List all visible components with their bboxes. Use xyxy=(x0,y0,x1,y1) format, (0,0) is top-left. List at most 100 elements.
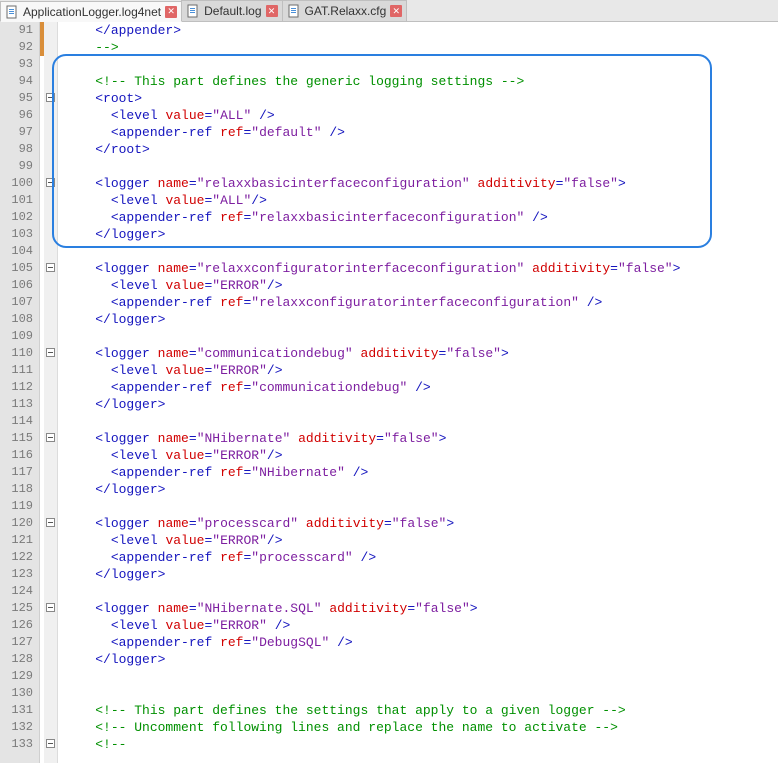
code-line[interactable]: <!-- This part defines the generic loggi… xyxy=(64,73,778,90)
code-line[interactable]: <appender-ref ref="communicationdebug" /… xyxy=(64,379,778,396)
code-line[interactable]: <root> xyxy=(64,90,778,107)
file-icon xyxy=(287,4,301,18)
line-number: 116 xyxy=(0,447,33,464)
code-line[interactable] xyxy=(64,583,778,600)
code-line[interactable]: <!-- This part defines the settings that… xyxy=(64,702,778,719)
code-line[interactable]: <logger name="NHibernate.SQL" additivity… xyxy=(64,600,778,617)
fold-cell xyxy=(44,141,57,158)
code-line[interactable]: <appender-ref ref="relaxxconfiguratorint… xyxy=(64,294,778,311)
line-number: 130 xyxy=(0,685,33,702)
close-icon[interactable]: ✕ xyxy=(266,5,278,17)
line-number: 109 xyxy=(0,328,33,345)
code-line[interactable] xyxy=(64,498,778,515)
file-icon xyxy=(186,4,200,18)
code-line[interactable]: <level value="ERROR"/> xyxy=(64,447,778,464)
fold-cell xyxy=(44,277,57,294)
code-line[interactable]: <level value="ERROR"/> xyxy=(64,277,778,294)
code-line[interactable] xyxy=(64,685,778,702)
fold-cell xyxy=(44,396,57,413)
line-number: 102 xyxy=(0,209,33,226)
code-line[interactable]: </root> xyxy=(64,141,778,158)
line-number: 96 xyxy=(0,107,33,124)
close-icon[interactable]: ✕ xyxy=(165,6,177,18)
fold-toggle-icon[interactable] xyxy=(46,518,55,527)
code-line[interactable]: <appender-ref ref="NHibernate" /> xyxy=(64,464,778,481)
code-line[interactable]: <appender-ref ref="DebugSQL" /> xyxy=(64,634,778,651)
fold-toggle-icon[interactable] xyxy=(46,93,55,102)
line-number: 119 xyxy=(0,498,33,515)
fold-cell xyxy=(44,73,57,90)
code-line[interactable]: <appender-ref ref="processcard" /> xyxy=(64,549,778,566)
code-line[interactable]: <logger name="processcard" additivity="f… xyxy=(64,515,778,532)
fold-cell xyxy=(44,719,57,736)
fold-cell xyxy=(44,209,57,226)
line-number: 99 xyxy=(0,158,33,175)
fold-toggle-icon[interactable] xyxy=(46,348,55,357)
code-line[interactable]: </logger> xyxy=(64,226,778,243)
code-line[interactable]: <logger name="relaxxconfiguratorinterfac… xyxy=(64,260,778,277)
code-line[interactable]: <level value="ERROR"/> xyxy=(64,532,778,549)
code-line[interactable]: <level value="ALL" /> xyxy=(64,107,778,124)
line-number: 95 xyxy=(0,90,33,107)
fold-cell xyxy=(44,464,57,481)
fold-cell xyxy=(44,243,57,260)
code-line[interactable]: <logger name="communicationdebug" additi… xyxy=(64,345,778,362)
fold-cell xyxy=(44,311,57,328)
fold-cell xyxy=(44,124,57,141)
code-line[interactable]: </logger> xyxy=(64,311,778,328)
line-number: 133 xyxy=(0,736,33,753)
file-tab-label: GAT.Relaxx.cfg xyxy=(305,4,387,18)
code-line[interactable] xyxy=(64,328,778,345)
close-icon[interactable]: ✕ xyxy=(390,5,402,17)
code-line[interactable] xyxy=(64,243,778,260)
code-line[interactable] xyxy=(64,668,778,685)
code-area[interactable]: </appender> --> <!-- This part defines t… xyxy=(58,22,778,763)
code-line[interactable]: <!-- Uncomment following lines and repla… xyxy=(64,719,778,736)
fold-cell xyxy=(44,430,57,447)
fold-cell xyxy=(44,617,57,634)
code-line[interactable]: <level value="ERROR" /> xyxy=(64,617,778,634)
fold-toggle-icon[interactable] xyxy=(46,433,55,442)
fold-toggle-icon[interactable] xyxy=(46,178,55,187)
line-number: 126 xyxy=(0,617,33,634)
code-line[interactable]: <level value="ALL"/> xyxy=(64,192,778,209)
code-line[interactable]: <logger name="NHibernate" additivity="fa… xyxy=(64,430,778,447)
code-line[interactable]: --> xyxy=(64,39,778,56)
code-line[interactable] xyxy=(64,158,778,175)
line-number: 98 xyxy=(0,141,33,158)
code-line[interactable]: </logger> xyxy=(64,396,778,413)
fold-cell xyxy=(44,515,57,532)
fold-toggle-icon[interactable] xyxy=(46,739,55,748)
line-number: 129 xyxy=(0,668,33,685)
line-number: 115 xyxy=(0,430,33,447)
code-line[interactable]: <appender-ref ref="relaxxbasicinterfacec… xyxy=(64,209,778,226)
code-line[interactable]: <!-- xyxy=(64,736,778,753)
line-number: 118 xyxy=(0,481,33,498)
file-icon xyxy=(5,5,19,19)
line-number: 110 xyxy=(0,345,33,362)
tab-bar: ApplicationLogger.log4net✕Default.log✕GA… xyxy=(0,0,778,22)
line-number: 113 xyxy=(0,396,33,413)
fold-cell xyxy=(44,362,57,379)
code-line[interactable]: <logger name="relaxxbasicinterfaceconfig… xyxy=(64,175,778,192)
file-tab[interactable]: ApplicationLogger.log4net✕ xyxy=(0,1,182,22)
code-line[interactable]: </appender> xyxy=(64,22,778,39)
fold-cell xyxy=(44,668,57,685)
code-line[interactable]: </logger> xyxy=(64,566,778,583)
line-number: 120 xyxy=(0,515,33,532)
fold-cell xyxy=(44,651,57,668)
code-line[interactable]: <appender-ref ref="default" /> xyxy=(64,124,778,141)
line-number-gutter: 9192939495969798991001011021031041051061… xyxy=(0,22,40,763)
code-line[interactable]: </logger> xyxy=(64,651,778,668)
fold-column xyxy=(44,22,58,763)
code-line[interactable] xyxy=(64,56,778,73)
code-line[interactable] xyxy=(64,413,778,430)
file-tab[interactable]: GAT.Relaxx.cfg✕ xyxy=(282,0,408,21)
code-line[interactable]: </logger> xyxy=(64,481,778,498)
code-line[interactable]: <level value="ERROR"/> xyxy=(64,362,778,379)
fold-cell xyxy=(44,39,57,56)
fold-toggle-icon[interactable] xyxy=(46,603,55,612)
fold-toggle-icon[interactable] xyxy=(46,263,55,272)
file-tab[interactable]: Default.log✕ xyxy=(181,0,282,21)
fold-cell xyxy=(44,736,57,753)
